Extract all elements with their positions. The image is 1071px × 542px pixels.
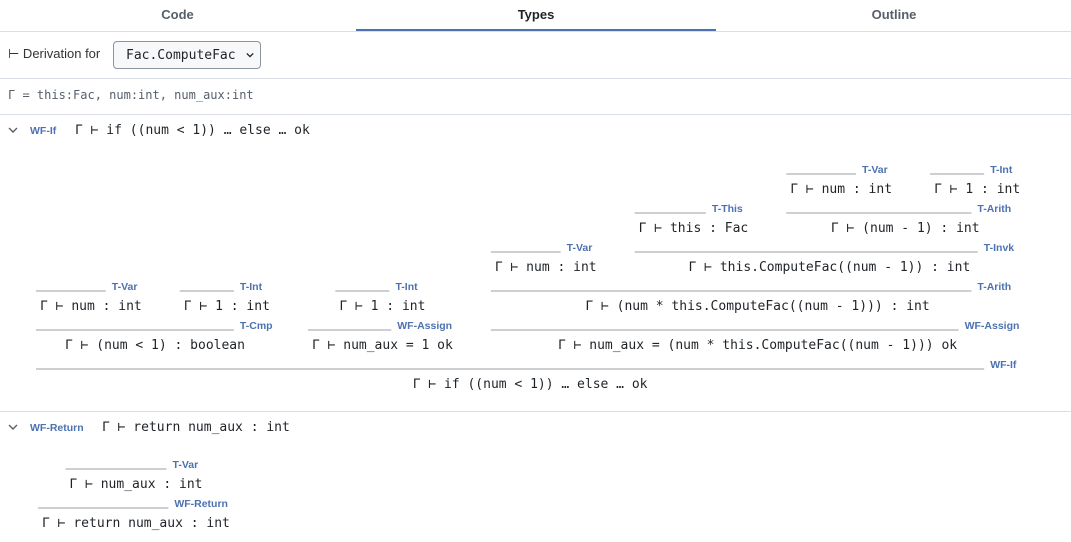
section-judgment: Γ ⊢ return num_aux : int bbox=[102, 420, 290, 435]
rule-label: T-Var bbox=[173, 459, 199, 471]
section-header-wf-if[interactable]: WF-If Γ ⊢ if ((num < 1)) … else … ok bbox=[0, 122, 1071, 142]
rule-label: T-Int bbox=[990, 164, 1013, 176]
rule-label: T-Var bbox=[862, 164, 888, 176]
rule-label: T-Cmp bbox=[240, 320, 273, 332]
judgment: Γ ⊢ this : Fac bbox=[639, 221, 749, 236]
section-judgment: Γ ⊢ if ((num < 1)) … else … ok bbox=[75, 123, 310, 138]
judgment: Γ ⊢ num_aux = 1 ok bbox=[312, 338, 453, 353]
derivation-select[interactable]: Fac.ComputeFac bbox=[113, 41, 261, 69]
derivation-bar: ⊢ Derivation for Fac.ComputeFac bbox=[0, 31, 1071, 79]
judgment: Γ ⊢ 1 : int bbox=[184, 299, 270, 314]
tab-outline[interactable]: Outline bbox=[717, 0, 1071, 30]
chevron-down-icon[interactable] bbox=[8, 125, 18, 135]
judgment: Γ ⊢ if ((num < 1)) … else … ok bbox=[413, 377, 648, 392]
judgment: Γ ⊢ 1 : int bbox=[339, 299, 425, 314]
rule-label: WF-If bbox=[990, 359, 1017, 371]
tab-code[interactable]: Code bbox=[0, 0, 355, 30]
chevron-down-icon[interactable] bbox=[8, 422, 18, 432]
divider bbox=[0, 411, 1071, 412]
judgment: Γ ⊢ num_aux : int bbox=[69, 477, 202, 492]
judgment: Γ ⊢ num_aux = (num * this.ComputeFac((nu… bbox=[558, 338, 957, 353]
judgment: Γ ⊢ 1 : int bbox=[934, 182, 1020, 197]
judgment: Γ ⊢ this.ComputeFac((num - 1)) : int bbox=[689, 260, 971, 275]
rule-label: T-Arith bbox=[977, 281, 1011, 293]
tab-bar: Code Types Outline bbox=[0, 0, 1071, 32]
rule-badge: WF-If bbox=[30, 125, 57, 137]
rule-label: T-Var bbox=[112, 281, 138, 293]
rule-label: T-Var bbox=[567, 242, 593, 254]
rule-label: WF-Assign bbox=[965, 320, 1020, 332]
judgment: Γ ⊢ num : int bbox=[40, 299, 142, 314]
rule-label: WF-Return bbox=[174, 498, 228, 510]
derivation-select-value: Fac.ComputeFac bbox=[126, 48, 236, 63]
rule-label: T-Invk bbox=[984, 242, 1015, 254]
judgment: Γ ⊢ return num_aux : int bbox=[42, 516, 230, 531]
section-header-wf-return[interactable]: WF-Return Γ ⊢ return num_aux : int bbox=[0, 419, 1071, 439]
context-text: Γ = this:Fac, num:int, num_aux:int bbox=[8, 88, 254, 102]
judgment: Γ ⊢ num : int bbox=[495, 260, 597, 275]
judgment: Γ ⊢ num : int bbox=[790, 182, 892, 197]
judgment: Γ ⊢ (num * this.ComputeFac((num - 1))) :… bbox=[585, 299, 929, 314]
judgment: Γ ⊢ (num - 1) : int bbox=[831, 221, 980, 236]
judgment: Γ ⊢ (num < 1) : boolean bbox=[65, 338, 245, 353]
tab-types[interactable]: Types bbox=[356, 0, 716, 31]
rule-label: WF-Assign bbox=[397, 320, 452, 332]
derivation-label: ⊢ Derivation for bbox=[8, 46, 101, 61]
chevron-down-icon bbox=[246, 52, 254, 58]
context-bar: Γ = this:Fac, num:int, num_aux:int bbox=[0, 79, 1071, 115]
rule-label: T-Int bbox=[240, 281, 263, 293]
rule-label: T-Int bbox=[395, 281, 418, 293]
rule-label: T-This bbox=[712, 203, 743, 215]
rule-badge: WF-Return bbox=[30, 422, 84, 434]
rule-label: T-Arith bbox=[977, 203, 1011, 215]
